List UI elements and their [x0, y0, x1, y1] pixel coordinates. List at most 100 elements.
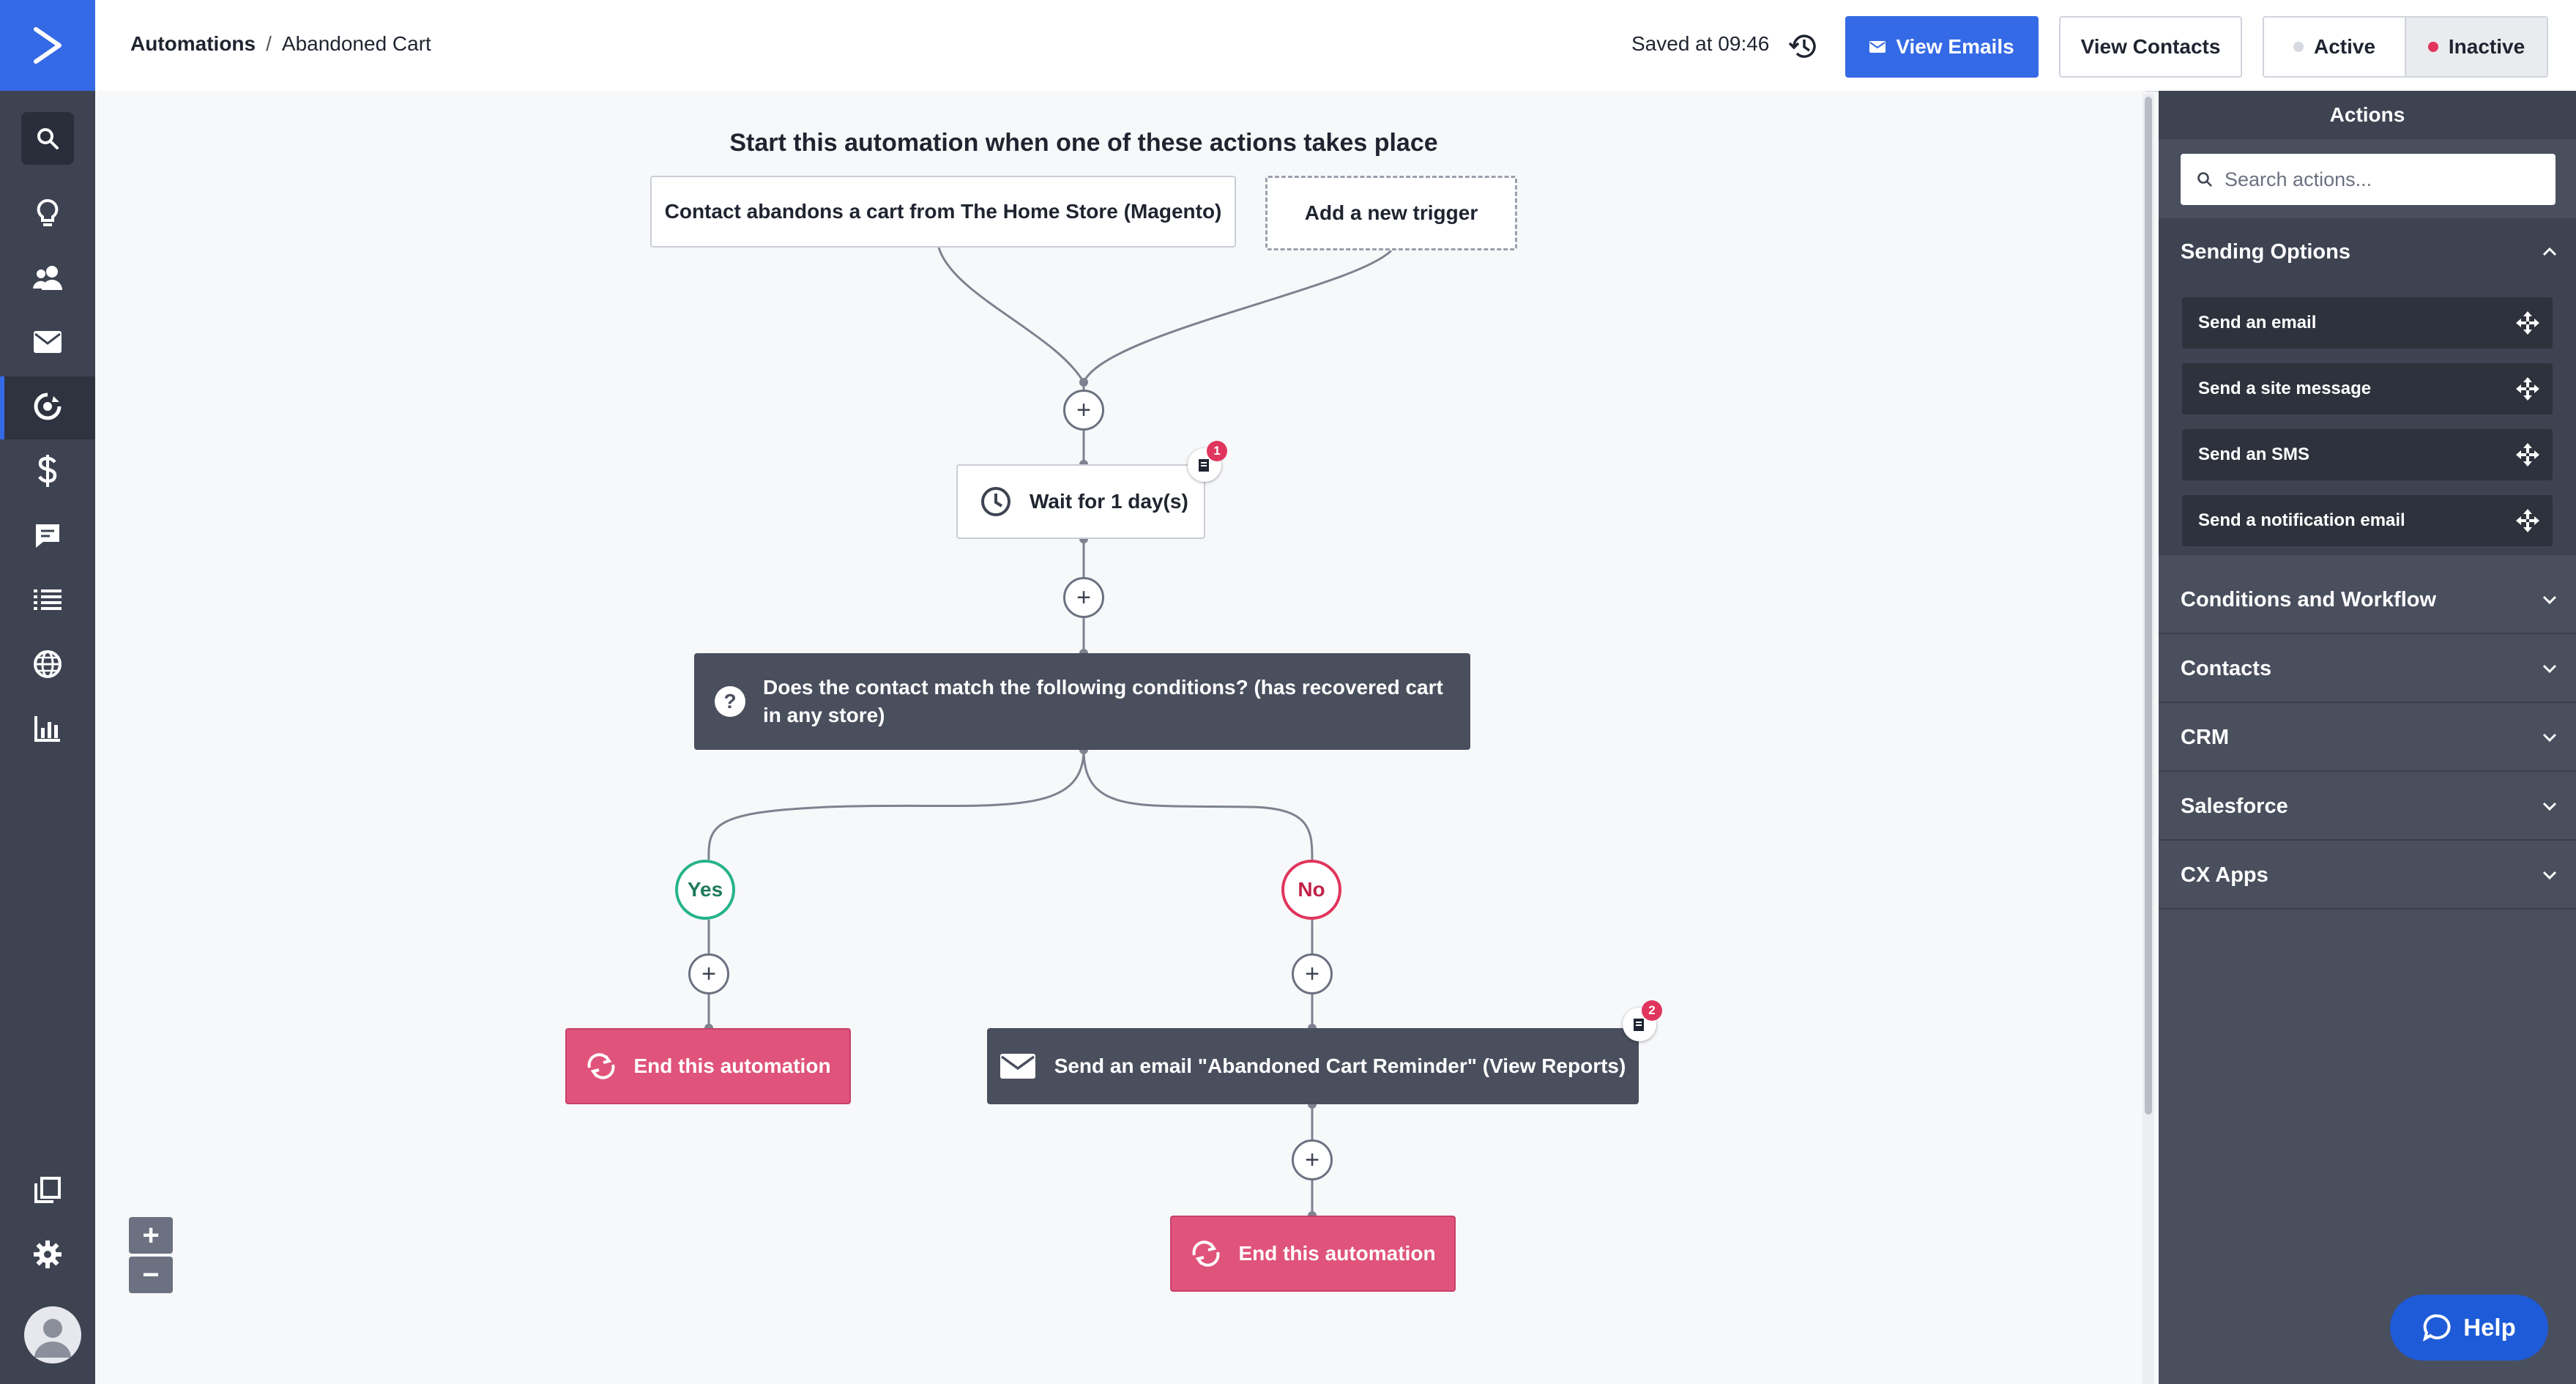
section-header-crm[interactable]: CRM: [2159, 704, 2576, 772]
nav-campaigns[interactable]: [0, 312, 95, 375]
question-icon: ?: [715, 686, 745, 717]
section-header-salesforce[interactable]: Salesforce: [2159, 773, 2576, 841]
section-header-conditions-workflow[interactable]: Conditions and Workflow: [2159, 567, 2576, 634]
reports-chart-icon: [34, 715, 62, 746]
section-header-sending-options[interactable]: Sending Options: [2159, 218, 2576, 286]
add-step-plus-button[interactable]: +: [688, 953, 729, 994]
zoom-out-button[interactable]: −: [129, 1257, 173, 1293]
conversations-icon: [34, 522, 62, 552]
website-globe-icon: [33, 650, 62, 682]
end-automation-icon: [587, 1053, 615, 1079]
zoom-in-button[interactable]: +: [129, 1217, 173, 1254]
nav-deals[interactable]: [0, 441, 95, 504]
nav-automations[interactable]: [0, 376, 95, 439]
chat-bubble-icon: [2423, 1314, 2451, 1342]
pages-icon: [34, 1176, 62, 1208]
action-send-site-message[interactable]: Send a site message: [2182, 363, 2553, 414]
contacts-icon: [33, 264, 62, 295]
drag-move-icon[interactable]: [2516, 509, 2539, 532]
status-toggle: Active Inactive: [2263, 16, 2548, 78]
email-icon: [34, 330, 62, 357]
deals-dollar-icon: [37, 454, 58, 491]
action-send-sms[interactable]: Send an SMS: [2182, 429, 2553, 480]
automations-icon: [33, 392, 62, 425]
action-label: Send an SMS: [2198, 444, 2310, 464]
action-label: Send a notification email: [2198, 510, 2405, 530]
canvas-scrollbar[interactable]: [2143, 94, 2154, 1384]
workflow-canvas[interactable]: Start this automation when one of these …: [95, 91, 2145, 1384]
search-icon: [2197, 172, 2212, 187]
nav-settings[interactable]: [0, 1224, 95, 1287]
add-step-plus-button[interactable]: +: [1292, 1139, 1333, 1180]
scrollbar-thumb[interactable]: [2145, 97, 2152, 1115]
clock-icon: [981, 487, 1010, 516]
add-step-plus-button[interactable]: +: [1063, 577, 1104, 618]
notes-count-badge: 1: [1207, 441, 1227, 461]
automation-builder: Automations / Abandoned Cart Saved at 09:4…: [0, 0, 2576, 1384]
notes-count-badge: 2: [1642, 1000, 1662, 1021]
user-avatar-icon[interactable]: [24, 1306, 81, 1363]
end-automation-label: End this automation: [1238, 1242, 1436, 1265]
action-send-email[interactable]: Send an email: [2182, 297, 2553, 349]
nav-conversations[interactable]: [0, 505, 95, 568]
drag-move-icon[interactable]: [2516, 443, 2539, 466]
lightbulb-icon: [35, 198, 60, 231]
nav-pages[interactable]: [0, 1160, 95, 1223]
chevron-down-icon: [2542, 871, 2557, 879]
section-header-cx-apps[interactable]: CX Apps: [2159, 842, 2576, 909]
end-automation-node[interactable]: End this automation: [1170, 1216, 1456, 1292]
action-send-notification-email[interactable]: Send a notification email: [2182, 495, 2553, 546]
action-label: Send a site message: [2198, 379, 2372, 398]
breadcrumb-automations-link[interactable]: Automations: [130, 32, 256, 55]
send-email-label: Send an email "Abandoned Cart Reminder" …: [1054, 1054, 1626, 1077]
status-dot-icon: [2293, 42, 2304, 52]
section-label: Conditions and Workflow: [2181, 587, 2437, 611]
chevron-down-icon: [2542, 733, 2557, 742]
notes-icon[interactable]: 2: [1623, 1000, 1662, 1041]
chevron-down-icon: [2542, 802, 2557, 811]
end-automation-node[interactable]: End this automation: [565, 1028, 851, 1104]
actions-search-input[interactable]: [2223, 167, 2548, 192]
chevron-down-icon: [2542, 664, 2557, 673]
nav-website[interactable]: [0, 634, 95, 697]
nav-reports[interactable]: [0, 699, 95, 762]
left-nav: [0, 0, 95, 1384]
top-bar: Automations / Abandoned Cart Saved at 09:4…: [95, 0, 2576, 92]
nav-contacts[interactable]: [0, 248, 95, 310]
trigger-node[interactable]: Contact abandons a cart from The Home St…: [650, 176, 1236, 248]
section-label: CRM: [2181, 725, 2230, 749]
help-button[interactable]: Help: [2390, 1295, 2548, 1361]
notes-icon[interactable]: 1: [1188, 441, 1227, 482]
yes-branch-label: Yes: [675, 860, 735, 920]
drag-move-icon[interactable]: [2516, 311, 2539, 335]
section-label: Contacts: [2181, 656, 2272, 680]
chevron-up-icon: [2542, 248, 2557, 256]
section-label: Sending Options: [2181, 239, 2350, 264]
add-step-plus-button[interactable]: +: [1063, 390, 1104, 431]
actions-search[interactable]: [2181, 154, 2555, 205]
nav-search[interactable]: [0, 107, 95, 170]
wait-node[interactable]: Wait for 1 day(s): [956, 464, 1205, 539]
view-emails-button[interactable]: View Emails: [1845, 16, 2039, 78]
nav-ideas[interactable]: [0, 183, 95, 246]
no-branch-label: No: [1281, 860, 1341, 920]
send-email-node[interactable]: Send an email "Abandoned Cart Reminder" …: [987, 1028, 1639, 1104]
actions-panel: Actions Sending Options Send an email Se…: [2159, 91, 2576, 1384]
status-active-option[interactable]: Active: [2264, 18, 2405, 76]
nav-lists[interactable]: [0, 570, 95, 633]
drag-move-icon[interactable]: [2516, 377, 2539, 401]
add-trigger-button[interactable]: Add a new trigger: [1265, 176, 1517, 250]
status-inactive-option[interactable]: Inactive: [2405, 18, 2547, 76]
condition-node[interactable]: ? Does the contact match the following c…: [694, 653, 1470, 750]
section-header-contacts[interactable]: Contacts: [2159, 636, 2576, 703]
view-contacts-button[interactable]: View Contacts: [2059, 16, 2242, 78]
breadcrumb: Automations / Abandoned Cart: [130, 32, 431, 56]
history-icon[interactable]: [1788, 31, 1819, 65]
section-label: CX Apps: [2181, 863, 2268, 887]
settings-gear-icon: [33, 1240, 62, 1273]
actions-panel-title: Actions: [2159, 91, 2576, 139]
logo-chevron-icon[interactable]: [0, 0, 95, 91]
add-step-plus-button[interactable]: +: [1292, 953, 1333, 994]
email-icon: [1869, 41, 1886, 53]
wait-label: Wait for 1 day(s): [1030, 490, 1188, 513]
